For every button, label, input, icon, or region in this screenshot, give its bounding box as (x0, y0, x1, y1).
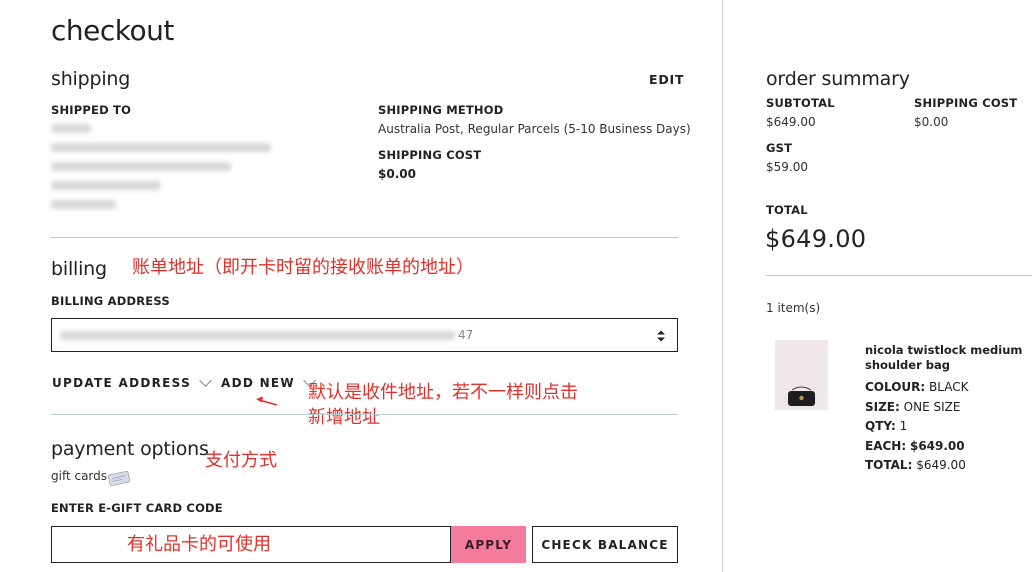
shipping-cost-value: $0.00 (378, 167, 416, 181)
gst-value: $59.00 (766, 160, 808, 174)
summary-shipping-cost-label: SHIPPING COST (914, 96, 1018, 110)
qty-label: QTY: (865, 419, 896, 433)
update-address-label: UPDATE ADDRESS (52, 376, 192, 390)
add-new-label: ADD NEW (221, 376, 295, 390)
colour-value: BLACK (929, 380, 969, 394)
each-row: EACH: $649.00 (865, 437, 969, 457)
billing-annotation: 账单地址（即开卡时留的接收账单的地址） (132, 257, 474, 278)
add-new-annotation-line2: 新增地址 (308, 407, 380, 428)
shipping-heading: shipping (51, 68, 131, 90)
bag-icon (788, 386, 815, 406)
divider (51, 414, 678, 415)
page-title: checkout (51, 14, 174, 47)
total-value: $649.00 (765, 225, 867, 253)
billing-address-label: BILLING ADDRESS (51, 294, 170, 308)
billing-address-select[interactable]: 47 (51, 318, 678, 352)
shipping-method-label: SHIPPING METHOD (378, 103, 504, 117)
total-label: TOTAL (766, 203, 808, 217)
qty-value: 1 (899, 419, 908, 433)
shipped-to-label: SHIPPED TO (51, 103, 132, 117)
gst-label: GST (766, 141, 793, 155)
item-total-row: TOTAL: $649.00 (865, 456, 969, 476)
shipping-method-value: Australia Post, Regular Parcels (5-10 Bu… (378, 122, 691, 136)
ecard-code-label: ENTER E-GIFT CARD CODE (51, 501, 223, 515)
colour-label: COLOUR: (865, 380, 926, 394)
shipped-to-address (51, 122, 281, 214)
product-details: COLOUR: BLACK SIZE: ONE SIZE QTY: 1 EACH… (865, 378, 969, 476)
product-name-line1: nicola twistlock medium (865, 343, 1023, 357)
column-divider (722, 0, 723, 572)
gift-cards-label: gift cards (51, 469, 108, 483)
annotation-arrow-icon (256, 396, 278, 406)
item-total-label: TOTAL: (865, 458, 913, 472)
size-label: SIZE: (865, 399, 900, 414)
billing-address-tail: 47 (458, 328, 474, 342)
each-label: EACH: (865, 438, 907, 453)
order-summary-heading: order summary (766, 68, 910, 90)
check-balance-button[interactable]: CHECK BALANCE (532, 526, 678, 563)
product-image[interactable] (775, 340, 828, 410)
each-value: $649.00 (909, 438, 965, 453)
chevron-down-icon (199, 374, 212, 387)
divider (51, 237, 678, 238)
payment-annotation: 支付方式 (205, 450, 277, 471)
size-value: ONE SIZE (903, 399, 961, 414)
shipping-cost-label: SHIPPING COST (378, 148, 482, 162)
subtotal-label: SUBTOTAL (766, 96, 835, 110)
payment-options-heading: payment options (51, 438, 209, 460)
ecard-annotation: 有礼品卡的可使用 (127, 534, 271, 555)
item-total-value: $649.00 (916, 458, 966, 472)
gift-card-code-input[interactable]: 有礼品卡的可使用 (51, 526, 451, 563)
billing-heading: billing (51, 258, 107, 280)
colour-row: COLOUR: BLACK (865, 378, 969, 398)
item-count: 1 item(s) (766, 301, 821, 315)
qty-row: QTY: 1 (865, 417, 969, 437)
apply-button[interactable]: APPLY (451, 526, 526, 563)
divider (766, 275, 1032, 276)
gift-card-icon (108, 470, 131, 486)
summary-shipping-cost-value: $0.00 (914, 115, 949, 129)
size-row: SIZE: ONE SIZE (865, 398, 969, 418)
subtotal-value: $649.00 (766, 115, 816, 129)
select-arrows-icon (656, 328, 666, 342)
gift-cards-option[interactable]: gift cards (51, 469, 107, 483)
edit-shipping-link[interactable]: EDIT (649, 72, 684, 87)
add-new-address-button[interactable]: ADD NEW (221, 374, 316, 390)
update-address-button[interactable]: UPDATE ADDRESS (52, 374, 212, 390)
product-name[interactable]: nicola twistlock medium shoulder bag (865, 343, 1022, 373)
product-name-line2: shoulder bag (865, 358, 950, 372)
add-new-annotation-line1: 默认是收件地址，若不一样则点击 (308, 382, 578, 403)
